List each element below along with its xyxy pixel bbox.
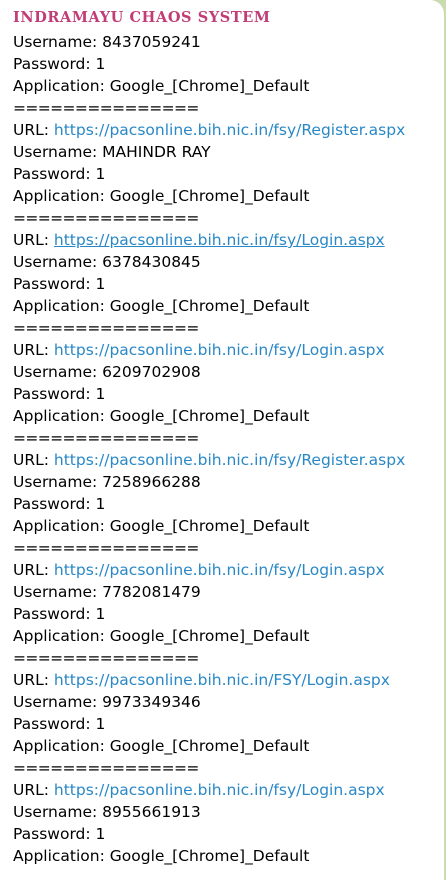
message-bubble: INDRAMAYU CHAOS SYSTEM Username: 8437059…: [0, 0, 444, 880]
entry-separator: ===============: [13, 429, 199, 447]
entry-password: Password: 1: [13, 605, 106, 623]
entry-password: Password: 1: [13, 275, 106, 293]
message-text: Username: 8437059241 Password: 1 Applica…: [13, 31, 438, 867]
entry-url-line: URL: https://pacsonline.bih.nic.in/fsy/L…: [13, 339, 438, 361]
entry-username: Username: 8437059241: [13, 33, 201, 51]
entry-username: Username: 7258966288: [13, 473, 201, 491]
entry-separator: ===============: [13, 759, 199, 777]
entry-url-line: URL: https://pacsonline.bih.nic.in/fsy/R…: [13, 119, 438, 141]
entry-separator: ===============: [13, 539, 199, 557]
entry-application: Application: Google_[Chrome]_Default: [13, 847, 310, 865]
entry-url-link[interactable]: https://pacsonline.bih.nic.in/fsy/Login.…: [54, 561, 385, 579]
entry-url-link[interactable]: https://pacsonline.bih.nic.in/fsy/Regist…: [54, 121, 405, 139]
entry-url-line: URL: https://pacsonline.bih.nic.in/fsy/L…: [13, 779, 438, 801]
entry-url-line: URL: https://pacsonline.bih.nic.in/fsy/L…: [13, 229, 438, 251]
entry-separator: ===============: [13, 319, 199, 337]
entry-password: Password: 1: [13, 385, 106, 403]
url-label: URL:: [13, 231, 54, 249]
entry-url-link[interactable]: https://pacsonline.bih.nic.in/fsy/Login.…: [54, 231, 385, 249]
entry-application: Application: Google_[Chrome]_Default: [13, 187, 310, 205]
entry-username: Username: MAHINDR RAY: [13, 143, 211, 161]
entry-username: Username: 6209702908: [13, 363, 201, 381]
entry-application: Application: Google_[Chrome]_Default: [13, 627, 310, 645]
entry-separator: ===============: [13, 649, 199, 667]
url-label: URL:: [13, 671, 54, 689]
entry-url-line: URL: https://pacsonline.bih.nic.in/fsy/L…: [13, 559, 438, 581]
entry-url-link[interactable]: https://pacsonline.bih.nic.in/fsy/Login.…: [54, 781, 385, 799]
entry-separator: ===============: [13, 99, 199, 117]
entry-password: Password: 1: [13, 825, 106, 843]
sender-name[interactable]: INDRAMAYU CHAOS SYSTEM: [13, 9, 271, 26]
entry-url-link[interactable]: https://pacsonline.bih.nic.in/fsy/Login.…: [54, 341, 385, 359]
entry-password: Password: 1: [13, 495, 106, 513]
entry-username: Username: 8955661913: [13, 803, 201, 821]
entry-application: Application: Google_[Chrome]_Default: [13, 407, 310, 425]
entry-separator: ===============: [13, 209, 199, 227]
entry-url-line: URL: https://pacsonline.bih.nic.in/FSY/L…: [13, 669, 438, 691]
entry-username: Username: 7782081479: [13, 583, 201, 601]
entry-application: Application: Google_[Chrome]_Default: [13, 737, 310, 755]
entry-url-line: URL: https://pacsonline.bih.nic.in/fsy/R…: [13, 449, 438, 471]
url-label: URL:: [13, 341, 54, 359]
entry-application: Application: Google_[Chrome]_Default: [13, 517, 310, 535]
entry-application: Application: Google_[Chrome]_Default: [13, 77, 310, 95]
entry-url-link[interactable]: https://pacsonline.bih.nic.in/fsy/Regist…: [54, 451, 405, 469]
url-label: URL:: [13, 781, 54, 799]
entry-password: Password: 1: [13, 165, 106, 183]
entry-password: Password: 1: [13, 715, 106, 733]
entry-username: Username: 9973349346: [13, 693, 201, 711]
url-label: URL:: [13, 561, 54, 579]
entry-application: Application: Google_[Chrome]_Default: [13, 297, 310, 315]
entry-password: Password: 1: [13, 55, 106, 73]
entry-username: Username: 6378430845: [13, 253, 201, 271]
url-label: URL:: [13, 121, 54, 139]
url-label: URL:: [13, 451, 54, 469]
entry-url-link[interactable]: https://pacsonline.bih.nic.in/FSY/Login.…: [54, 671, 390, 689]
